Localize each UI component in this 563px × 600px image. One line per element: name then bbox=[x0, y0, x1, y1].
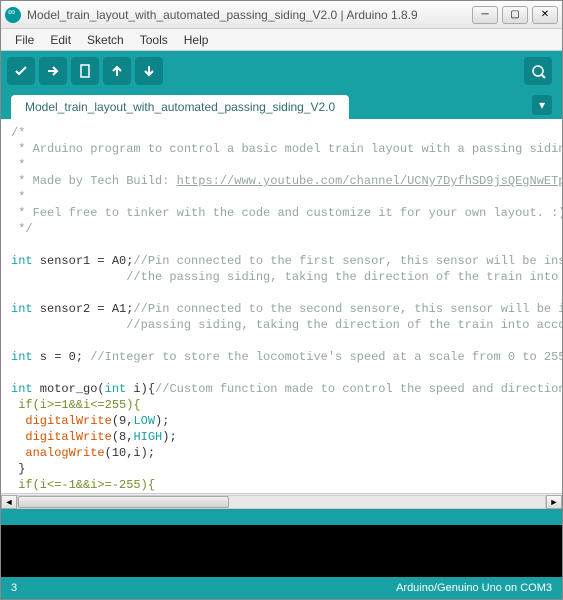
code-func: analogWrite bbox=[25, 446, 104, 460]
code-line: ); bbox=[162, 430, 176, 444]
menu-file[interactable]: File bbox=[7, 31, 42, 49]
tabbar: Model_train_layout_with_automated_passin… bbox=[1, 91, 562, 119]
sketch-tab[interactable]: Model_train_layout_with_automated_passin… bbox=[11, 95, 349, 119]
code-comment: //Custom function made to control the sp… bbox=[155, 382, 562, 396]
code-line: * bbox=[11, 190, 33, 204]
menu-sketch[interactable]: Sketch bbox=[79, 31, 132, 49]
tab-menu-button[interactable]: ▾ bbox=[532, 95, 552, 115]
code-line: * Arduino program to control a basic mod… bbox=[11, 142, 562, 156]
code-comment: //Pin connected to the first sensor, thi… bbox=[133, 254, 562, 268]
scroll-right-button[interactable]: ► bbox=[546, 495, 562, 509]
arrow-up-icon bbox=[109, 63, 125, 79]
statusbar: 3 Arduino/Genuino Uno on COM3 bbox=[1, 577, 562, 599]
horizontal-scrollbar[interactable]: ◄ ► bbox=[1, 493, 562, 509]
code-editor[interactable]: /* * Arduino program to control a basic … bbox=[1, 119, 562, 493]
code-line: */ bbox=[11, 222, 33, 236]
code-keyword: int bbox=[105, 382, 127, 396]
minimize-button[interactable]: ─ bbox=[472, 6, 498, 24]
upload-button[interactable] bbox=[39, 57, 67, 85]
code-keyword: int bbox=[11, 382, 33, 396]
save-button[interactable] bbox=[135, 57, 163, 85]
code-line: * Feel free to tinker with the code and … bbox=[11, 206, 562, 220]
file-icon bbox=[77, 63, 93, 79]
new-button[interactable] bbox=[71, 57, 99, 85]
serial-monitor-button[interactable] bbox=[524, 57, 552, 85]
code-line: (9, bbox=[112, 414, 134, 428]
code-keyword: int bbox=[11, 350, 33, 364]
code-func: digitalWrite bbox=[25, 414, 111, 428]
code-line: s = 0; bbox=[33, 350, 91, 364]
arduino-icon bbox=[5, 7, 21, 23]
console-output[interactable] bbox=[1, 525, 562, 577]
code-line: * bbox=[11, 158, 33, 172]
arrow-right-icon bbox=[45, 63, 61, 79]
scroll-thumb[interactable] bbox=[18, 496, 229, 508]
menu-edit[interactable]: Edit bbox=[42, 31, 79, 49]
arrow-down-icon bbox=[141, 63, 157, 79]
code-line: * Made by Tech Build: bbox=[11, 174, 177, 188]
code-line: if(i<=-1&&i>=-255){ bbox=[11, 478, 155, 492]
code-line: ); bbox=[155, 414, 169, 428]
code-line: (8, bbox=[112, 430, 134, 444]
close-button[interactable]: ✕ bbox=[532, 6, 558, 24]
scroll-left-button[interactable]: ◄ bbox=[1, 495, 17, 509]
code-comment: //the passing siding, taking the directi… bbox=[11, 270, 562, 284]
verify-button[interactable] bbox=[7, 57, 35, 85]
code-line: } bbox=[11, 462, 25, 476]
code-line: (10,i); bbox=[105, 446, 155, 460]
scroll-track[interactable] bbox=[17, 495, 546, 509]
code-keyword: int bbox=[11, 302, 33, 316]
code-comment: //Integer to store the locomotive's spee… bbox=[90, 350, 562, 364]
code-line bbox=[11, 446, 25, 460]
message-bar bbox=[1, 509, 562, 525]
titlebar: Model_train_layout_with_automated_passin… bbox=[1, 1, 562, 29]
serial-icon bbox=[530, 63, 546, 79]
code-func: digitalWrite bbox=[25, 430, 111, 444]
code-comment: //Pin connected to the second sensore, t… bbox=[133, 302, 562, 316]
menu-help[interactable]: Help bbox=[176, 31, 217, 49]
code-const: HIGH bbox=[133, 430, 162, 444]
menu-tools[interactable]: Tools bbox=[132, 31, 176, 49]
code-line bbox=[11, 414, 25, 428]
code-line: sensor2 = A1; bbox=[33, 302, 134, 316]
code-link[interactable]: https://www.youtube.com/channel/UCNy7Dyf… bbox=[177, 174, 562, 188]
window-title: Model_train_layout_with_automated_passin… bbox=[27, 8, 472, 22]
code-line: sensor1 = A0; bbox=[33, 254, 134, 268]
status-line-number: 3 bbox=[11, 582, 17, 594]
toolbar bbox=[1, 51, 562, 91]
code-line: i){ bbox=[126, 382, 155, 396]
code-keyword: int bbox=[11, 254, 33, 268]
maximize-button[interactable]: ▢ bbox=[502, 6, 528, 24]
code-const: LOW bbox=[133, 414, 155, 428]
menubar: File Edit Sketch Tools Help bbox=[1, 29, 562, 51]
code-comment: //passing siding, taking the direction o… bbox=[11, 318, 562, 332]
open-button[interactable] bbox=[103, 57, 131, 85]
code-line: /* bbox=[11, 126, 25, 140]
code-line bbox=[11, 430, 25, 444]
check-icon bbox=[13, 63, 29, 79]
code-line: motor_go( bbox=[33, 382, 105, 396]
status-board: Arduino/Genuino Uno on COM3 bbox=[396, 582, 552, 594]
code-line: if(i>=1&&i<=255){ bbox=[11, 398, 141, 412]
